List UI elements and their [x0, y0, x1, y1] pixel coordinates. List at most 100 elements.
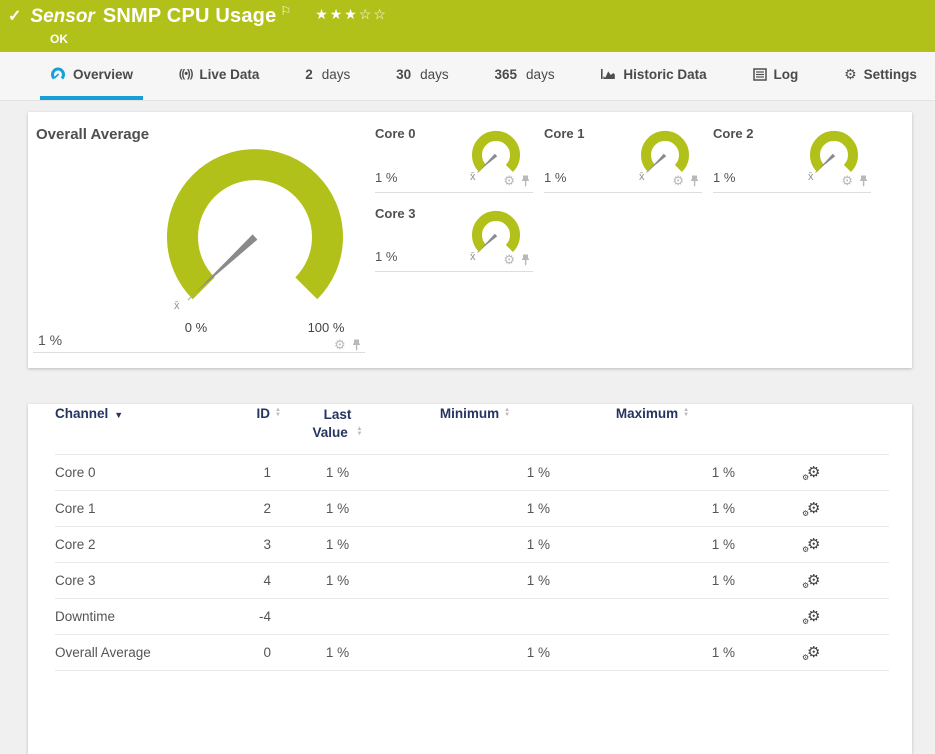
tab-label: days — [526, 66, 555, 82]
table-row: Core 2 3 1 % 1 % 1 % ⚙ ⚙ — [55, 527, 889, 563]
mini-gauge-value: 1 % — [375, 249, 398, 264]
column-label: ID — [256, 406, 271, 421]
table-header-row: Channel ▼ ID ▲ ▼ Last Value ▲ ▼ Minimum ▲ ▼ Ma… — [55, 404, 889, 455]
mini-gauge-core-2: Core 2 x̄ 1 % ⚙ — [713, 122, 871, 193]
tab-label: Historic Data — [623, 66, 707, 82]
live-data-icon: ((•)) — [178, 68, 193, 80]
gauge-action-icons: ⚙ — [334, 338, 362, 351]
mini-gauge-title: Core 1 — [544, 126, 585, 141]
gauges-panel: Overall Average x̄ 0 % 100 % 1 % ⚙ Core … — [28, 112, 912, 368]
channel-settings-icon[interactable]: ⚙ ⚙ — [802, 537, 820, 554]
svg-text:x̄: x̄ — [808, 171, 814, 183]
svg-text:x̄: x̄ — [470, 251, 476, 263]
channel-maximum: 1 % — [711, 645, 735, 660]
column-header-minimum[interactable]: Minimum ▲ ▼ — [390, 404, 560, 455]
tab-30-days[interactable]: 30 days — [386, 52, 459, 100]
tab-number: 30 — [396, 66, 412, 82]
tab-label: Live Data — [199, 66, 260, 82]
channel-minimum: 1 % — [526, 501, 550, 516]
channel-name: Downtime — [55, 609, 116, 624]
channel-last-value: 1 % — [325, 537, 350, 552]
sort-icon: ▲ ▼ — [356, 426, 363, 437]
channel-id: 3 — [263, 537, 271, 552]
table-row: Core 1 2 1 % 1 % 1 % ⚙ ⚙ — [55, 491, 889, 527]
sensor-title-row: ✓ Sensor SNMP CPU Usage ⚐ ★★★☆☆ — [8, 3, 388, 30]
mini-gauge-title: Core 3 — [375, 206, 416, 221]
channel-settings-icon[interactable]: ⚙ ⚙ — [802, 573, 820, 590]
sort-desc-icon: ▼ — [114, 410, 124, 420]
mini-gauge-core-1: Core 1 x̄ 1 % ⚙ — [544, 122, 702, 193]
channel-last-value: 1 % — [325, 465, 350, 480]
svg-text:x̄: x̄ — [470, 171, 476, 183]
channel-settings-icon[interactable]: ⚙ ⚙ — [802, 645, 820, 662]
mini-gauge-value: 1 % — [544, 170, 567, 185]
overall-gauge-value: 1 % — [38, 332, 63, 348]
tab-label: Overview — [73, 66, 134, 82]
tab-label: Settings — [863, 66, 917, 82]
column-header-last-value[interactable]: Last Value ▲ ▼ — [285, 404, 390, 455]
channel-maximum: 1 % — [711, 537, 735, 552]
gear-icon[interactable]: ⚙ — [503, 174, 515, 187]
tab-settings[interactable]: ⚙ Settings — [834, 52, 927, 100]
pin-icon[interactable] — [520, 175, 531, 187]
tab-bar: Overview ((•)) Live Data 2 days 30 days … — [0, 52, 935, 101]
gauge-action-icons: ⚙ — [672, 174, 700, 187]
pin-icon[interactable] — [689, 175, 700, 187]
channel-settings-icon[interactable]: ⚙ ⚙ — [802, 465, 820, 482]
tab-historic-data[interactable]: Historic Data — [590, 52, 716, 100]
pin-icon[interactable] — [351, 339, 362, 351]
channel-maximum: 1 % — [711, 573, 735, 588]
column-header-id[interactable]: ID ▲ ▼ — [240, 404, 285, 455]
column-header-channel[interactable]: Channel ▼ — [55, 404, 240, 455]
table-row: Overall Average 0 1 % 1 % 1 % ⚙ ⚙ — [55, 635, 889, 671]
gear-icon[interactable]: ⚙ — [841, 174, 853, 187]
sort-icon: ▲ ▼ — [275, 407, 281, 418]
overall-gauge-title: Overall Average — [36, 126, 150, 143]
table-row: Core 3 4 1 % 1 % 1 % ⚙ ⚙ — [55, 563, 889, 599]
channel-last-value: 1 % — [325, 573, 350, 588]
tab-2-days[interactable]: 2 days — [295, 52, 360, 100]
gear-icon[interactable]: ⚙ — [503, 253, 515, 266]
tab-number: 2 — [305, 66, 313, 82]
channel-id: 1 — [263, 465, 271, 480]
column-header-actions — [745, 404, 889, 455]
tab-label: Log — [773, 66, 799, 82]
channel-table: Channel ▼ ID ▲ ▼ Last Value ▲ ▼ Minimum ▲ ▼ Ma… — [55, 404, 889, 671]
tab-number: 365 — [494, 66, 518, 82]
area-chart-icon — [600, 67, 616, 81]
sensor-status-header: ✓ Sensor SNMP CPU Usage ⚐ ★★★☆☆ OK — [0, 0, 935, 52]
flag-icon[interactable]: ⚐ — [280, 4, 291, 18]
pin-icon[interactable] — [858, 175, 869, 187]
column-label: Channel — [55, 406, 109, 421]
tab-log[interactable]: Log — [743, 52, 809, 100]
tab-365-days[interactable]: 365 days — [485, 52, 565, 100]
gear-icon[interactable]: ⚙ — [334, 338, 346, 351]
channel-name: Core 3 — [55, 573, 96, 588]
table-row: Core 0 1 1 % 1 % 1 % ⚙ ⚙ — [55, 455, 889, 491]
channel-name: Core 0 — [55, 465, 96, 480]
priority-stars[interactable]: ★★★☆☆ — [315, 6, 388, 23]
mini-gauge-title: Core 0 — [375, 126, 416, 141]
mini-gauge-value: 1 % — [375, 170, 398, 185]
gear-icon[interactable]: ⚙ — [672, 174, 684, 187]
gauge-action-icons: ⚙ — [503, 174, 531, 187]
channel-last-value: 1 % — [325, 501, 350, 516]
sensor-title: SNMP CPU Usage — [102, 5, 277, 27]
channel-minimum: 1 % — [526, 537, 550, 552]
channel-id: 2 — [263, 501, 271, 516]
channel-id: -4 — [258, 609, 271, 624]
tab-live-data[interactable]: ((•)) Live Data — [169, 52, 270, 100]
pin-icon[interactable] — [520, 254, 531, 266]
mini-gauge-value: 1 % — [713, 170, 736, 185]
tab-overview[interactable]: Overview — [40, 52, 144, 100]
channel-minimum: 1 % — [526, 645, 550, 660]
channel-name: Core 2 — [55, 537, 96, 552]
gear-icon: ⚙ — [844, 66, 857, 82]
svg-text:x̄: x̄ — [639, 171, 645, 183]
channel-minimum — [390, 599, 560, 635]
channel-settings-icon[interactable]: ⚙ ⚙ — [802, 609, 820, 626]
column-header-maximum[interactable]: Maximum ▲ ▼ — [560, 404, 745, 455]
channel-settings-icon[interactable]: ⚙ ⚙ — [802, 501, 820, 518]
tab-label: days — [420, 66, 449, 82]
mini-gauge-core-0: Core 0 x̄ 1 % ⚙ — [375, 122, 533, 193]
